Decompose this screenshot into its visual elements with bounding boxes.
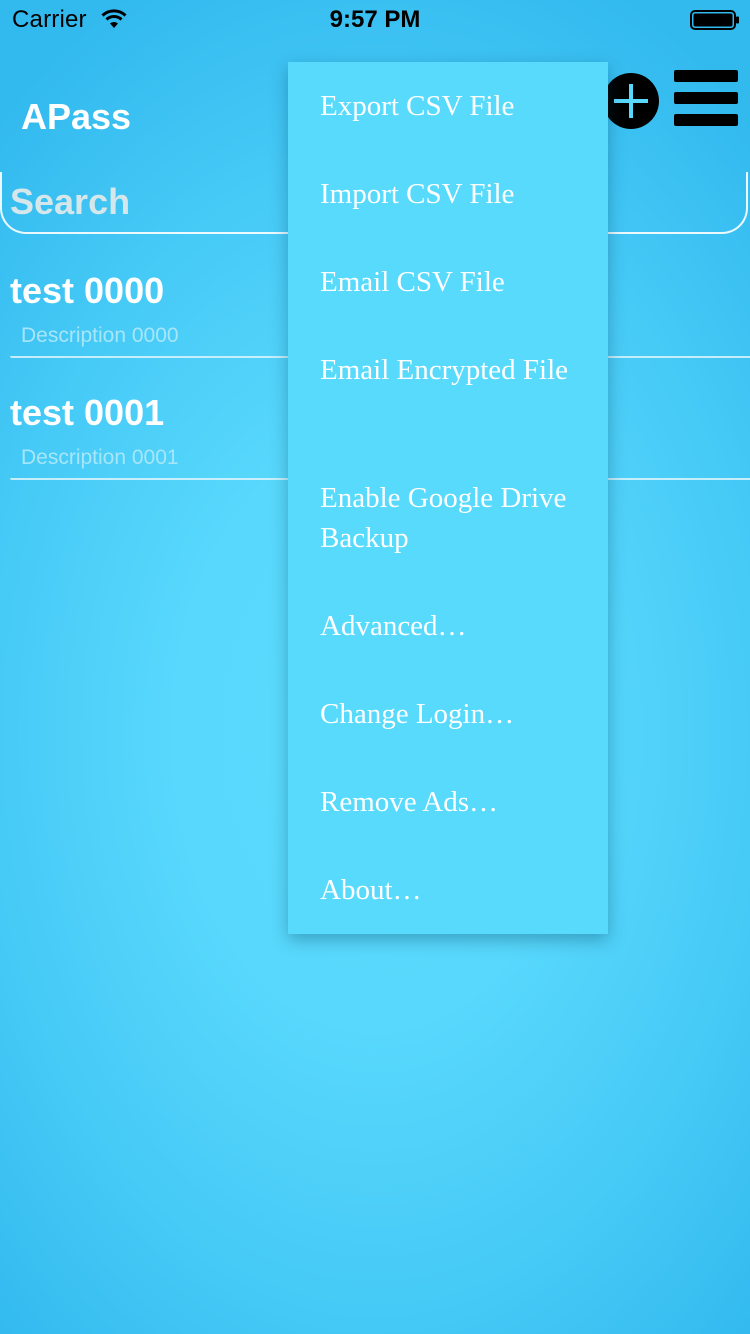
plus-circle-icon: [603, 73, 659, 129]
hamburger-bar: [674, 114, 738, 126]
menu-item-change-login[interactable]: Change Login…: [320, 694, 590, 734]
hamburger-bar: [674, 70, 738, 82]
battery-icon: [690, 10, 739, 30]
status-time: 9:57 PM: [329, 6, 421, 33]
menu-item-google-drive-backup[interactable]: Enable Google Drive Backup: [320, 478, 590, 558]
dropdown-menu: Export CSV File Import CSV File Email CS…: [288, 62, 608, 934]
menu-item-advanced[interactable]: Advanced…: [320, 606, 590, 646]
hamburger-bar: [674, 92, 738, 104]
menu-item-about[interactable]: About…: [320, 870, 590, 910]
search-input[interactable]: [10, 180, 270, 224]
add-entry-button[interactable]: [602, 72, 660, 130]
app-title: APass: [21, 96, 132, 137]
menu-item-import-csv[interactable]: Import CSV File: [320, 174, 590, 214]
menu-item-export-csv[interactable]: Export CSV File: [320, 86, 590, 126]
list-item-description: Description 0000: [21, 324, 179, 347]
menu-item-remove-ads[interactable]: Remove Ads…: [320, 782, 590, 822]
status-bar: Carrier 9:57 PM: [0, 0, 750, 40]
menu-item-email-encrypted[interactable]: Email Encrypted File: [320, 350, 590, 390]
list-item-description: Description 0001: [21, 446, 179, 469]
list-item-title: test 0000: [10, 270, 165, 311]
list-item-title: test 0001: [10, 392, 165, 433]
menu-button[interactable]: [672, 70, 740, 128]
menu-item-email-csv[interactable]: Email CSV File: [320, 262, 590, 302]
